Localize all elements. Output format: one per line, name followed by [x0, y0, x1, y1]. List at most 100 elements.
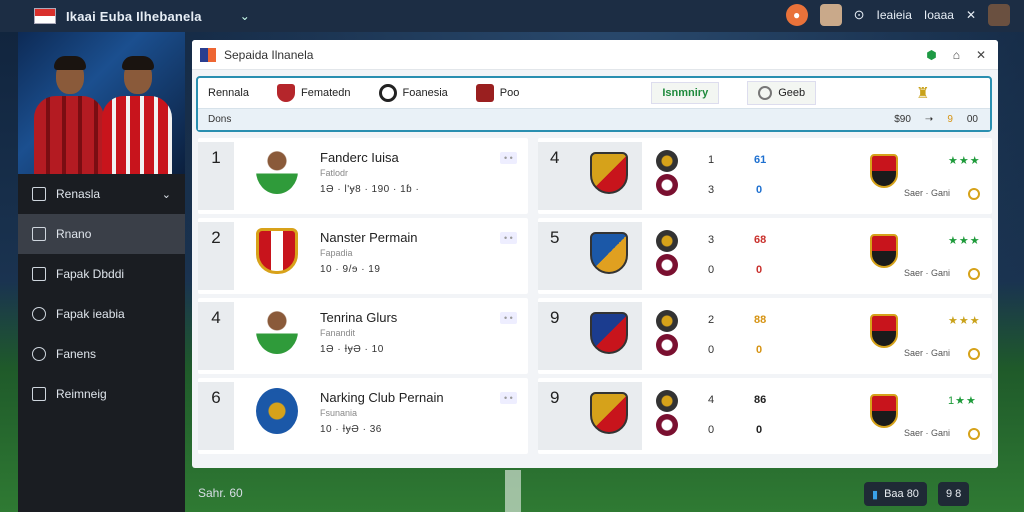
- opponent-crest-icon: [870, 314, 898, 348]
- tab-fematedn[interactable]: Fematedn: [276, 84, 351, 102]
- player-stats: 1Ə · ƗɏƏ · 10: [320, 344, 384, 355]
- more-options-icon[interactable]: • •: [500, 312, 517, 324]
- sidebar-item-fapak-dbddi[interactable]: Fapak Dbddi: [18, 254, 185, 294]
- hero-image: [18, 32, 185, 174]
- player-figure: [34, 54, 104, 174]
- match-result-secondary: 0: [756, 184, 763, 196]
- player-subtitle: Fanandit: [320, 328, 356, 338]
- rating-stars: ★★★: [948, 155, 981, 167]
- match-result: 61: [754, 154, 767, 166]
- player-figure: [102, 54, 172, 174]
- tab-foanesia[interactable]: Foanesia: [378, 84, 448, 102]
- player-name: Narking Club Pernain: [320, 390, 444, 405]
- home-crest-icon: [590, 392, 628, 434]
- leader-card[interactable]: 1 Fanderc Iuisa Fatlodr 1Ə · Ɩ'ɏ8 · 190 …: [198, 138, 528, 214]
- sidebar-item-fapak-ieabia[interactable]: Fapak ieabia: [18, 294, 185, 334]
- away-badge-icon: [656, 334, 678, 356]
- info-icon[interactable]: ⊙: [854, 7, 865, 23]
- avatar[interactable]: [819, 4, 842, 26]
- tab-rennala[interactable]: Rennala: [208, 87, 249, 99]
- club-badge-icon: [378, 84, 397, 102]
- leader-card[interactable]: 4 Tenrina Glurs Fanandit 1Ə · ƗɏƏ · 10 •…: [198, 298, 528, 374]
- opponent-crest-icon: [870, 154, 898, 188]
- match-footer: Saer · Gani: [904, 188, 951, 198]
- player-subtitle: Fapadia: [320, 248, 353, 258]
- player-photo: [256, 148, 298, 194]
- coin-icon[interactable]: [968, 188, 980, 200]
- sidebar-nav: Renasla ⌄ Rnano Fapak Dbddi Fapak ieabia …: [18, 174, 185, 414]
- away-score: 3: [708, 184, 715, 196]
- club-badge-icon: [475, 84, 494, 102]
- match-footer: Saer · Gani: [904, 428, 951, 438]
- close-icon[interactable]: ✕: [976, 48, 986, 62]
- match-card[interactable]: 5 3 0 68 0 ★★★ Saer · Gani: [538, 218, 992, 294]
- sidebar-item-fanens[interactable]: Fanens: [18, 334, 185, 374]
- match-result-secondary: 0: [756, 264, 763, 276]
- more-options-icon[interactable]: • •: [500, 232, 517, 244]
- coin-icon[interactable]: [968, 428, 980, 440]
- home-crest-icon: [590, 232, 628, 274]
- arrow-right-icon[interactable]: ➝: [925, 114, 933, 125]
- home-score: 2: [708, 314, 715, 326]
- home-score: 4: [708, 394, 715, 406]
- opponent-crest-icon: [870, 394, 898, 428]
- sidebar: Renasla ⌄ Rnano Fapak Dbddi Fapak ieabia …: [18, 32, 185, 512]
- settings-icon: [32, 387, 46, 401]
- match-footer: Saer · Gani: [904, 348, 951, 358]
- player-subtitle: Fatlodr: [320, 168, 349, 178]
- away-score: 0: [708, 264, 715, 276]
- top-link-1[interactable]: Ieaieia: [877, 8, 912, 22]
- sidebar-item-renasla[interactable]: Renasla ⌄: [18, 174, 185, 214]
- app-logo-icon: [200, 47, 216, 62]
- match-result-secondary: 0: [756, 344, 763, 356]
- home-score: 3: [708, 234, 715, 246]
- home-badge-icon: [656, 310, 678, 332]
- tab-geeb[interactable]: Geeb: [747, 81, 817, 105]
- chevron-down-icon[interactable]: ⌄: [162, 188, 171, 201]
- rank-number: 4: [198, 302, 234, 370]
- player-name: Tenrina Glurs: [320, 310, 398, 325]
- trophy-icon[interactable]: ♜: [916, 84, 929, 102]
- chevron-down-icon[interactable]: ⌄: [240, 9, 250, 23]
- footer-pill[interactable]: 9 8: [938, 482, 970, 506]
- main-window: Sepaida Ilnanela ⬢ ⌂ ✕ Rennala Fematedn …: [192, 40, 998, 468]
- home-icon[interactable]: ⌂: [953, 48, 960, 62]
- match-card[interactable]: 9 2 0 88 0 ★★★ Saer · Gani: [538, 298, 992, 374]
- tab-isnmniry[interactable]: Isnmniry: [651, 82, 720, 104]
- match-card[interactable]: 4 1 3 61 0 ★★★ Saer · Gani: [538, 138, 992, 214]
- pitch-marking: [505, 470, 521, 512]
- top-bar: Ikaai Euba Ilhebanela ⌄ ● ⊙ Ieaieia Ioaa…: [0, 0, 1024, 32]
- notification-icon[interactable]: ●: [785, 4, 808, 26]
- sidebar-item-rnano[interactable]: Rnano: [18, 214, 185, 254]
- more-options-icon[interactable]: • •: [500, 392, 517, 404]
- sidebar-item-reimneig[interactable]: Reimneig: [18, 374, 185, 414]
- coin-icon[interactable]: [968, 348, 980, 360]
- tab-bar: Rennala Fematedn Foanesia Poo Isnmniry G…: [196, 76, 992, 132]
- coin-icon[interactable]: [968, 268, 980, 280]
- app-title: Ikaai Euba Ilhebanela: [66, 8, 202, 24]
- match-result: 88: [754, 314, 767, 326]
- top-link-2[interactable]: Ioaaa: [924, 8, 954, 22]
- rank-number: 6: [198, 382, 234, 450]
- user-avatar[interactable]: [988, 4, 1010, 26]
- player-stats: 10 · 9/ɘ · 19: [320, 264, 381, 275]
- player-stats: 1Ə · Ɩ'ɏ8 · 190 · 1ɓ ·: [320, 184, 420, 195]
- leader-card[interactable]: 2 Nanster Permain Fapadia 10 · 9/ɘ · 19 …: [198, 218, 528, 294]
- match-result-secondary: 0: [756, 424, 763, 436]
- more-options-icon[interactable]: • •: [500, 152, 517, 164]
- home-badge-icon: [656, 150, 678, 172]
- chart-icon: [32, 267, 46, 281]
- rating-stars: ★★★: [948, 315, 981, 327]
- tab-poo[interactable]: Poo: [475, 84, 519, 102]
- opponent-crest-icon: [870, 234, 898, 268]
- refresh-icon[interactable]: ⬢: [926, 48, 936, 62]
- home-badge-icon: [656, 390, 678, 412]
- match-card[interactable]: 9 4 0 86 0 1★★ Saer · Gani: [538, 378, 992, 454]
- footer-pill[interactable]: ▮ Baa 80: [864, 482, 927, 506]
- home-badge-icon: [656, 230, 678, 252]
- leader-card[interactable]: 6 Narking Club Pernain Fsunania 10 · ƗɏƏ…: [198, 378, 528, 454]
- player-name: Nanster Permain: [320, 230, 418, 245]
- close-icon[interactable]: ✕: [966, 8, 976, 22]
- club-crest-icon: [256, 388, 298, 434]
- player-stats: 10 · ƗɏƏ · 36: [320, 424, 382, 435]
